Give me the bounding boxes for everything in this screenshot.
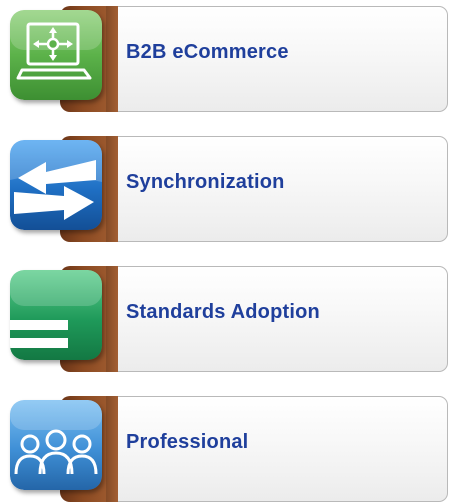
list-item-professional[interactable]: Professional: [0, 390, 449, 502]
item-label[interactable]: Standards Adoption: [126, 292, 320, 332]
item-label[interactable]: Professional: [126, 422, 248, 462]
item-label[interactable]: Synchronization: [126, 162, 285, 202]
list-item-standards-adoption[interactable]: Standards Adoption: [0, 260, 449, 372]
list-item-synchronization[interactable]: Synchronization: [0, 130, 449, 242]
sync-arrows-icon: [10, 140, 102, 230]
list-item-b2b-ecommerce[interactable]: B2B eCommerce: [0, 0, 449, 112]
item-label[interactable]: B2B eCommerce: [126, 32, 289, 72]
equals-icon: [10, 270, 102, 360]
people-icon: [10, 400, 102, 490]
monitor-arrows-icon: [10, 10, 102, 100]
